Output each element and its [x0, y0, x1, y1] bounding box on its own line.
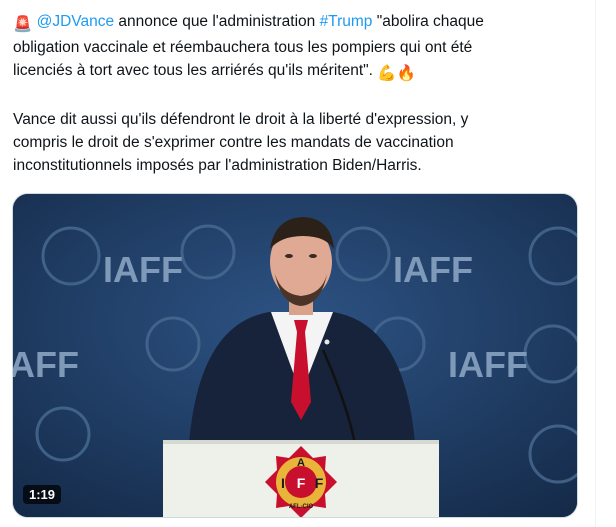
tweet-text: 🚨 @JDVance annonce que l'administration … [13, 10, 598, 177]
hashtag-link[interactable]: #Trump [320, 13, 373, 30]
mention-link[interactable]: @JDVance [37, 13, 114, 30]
flex-fire-icon: 💪🔥 [377, 65, 416, 82]
timeline-border [595, 0, 596, 527]
emblem-letter-f: F [315, 475, 324, 491]
video-player[interactable]: IAFF IAFF IAFF IAFF [12, 193, 578, 518]
video-duration-badge: 1:19 [23, 485, 62, 504]
tweet-text-line: obligation vaccinale et réembauchera tou… [13, 39, 473, 56]
emblem-letter-i: I [281, 475, 285, 491]
tweet-text-line: inconstitutionnels imposés par l'adminis… [13, 157, 422, 174]
emblem-letter-a: A [297, 457, 305, 469]
emblem-afl-cio: AFL-CIO [289, 504, 314, 510]
tweet-text-segment: "abolira chaque [372, 13, 484, 30]
siren-icon: 🚨 [13, 16, 33, 33]
backdrop-logo: IAFF [103, 249, 183, 290]
tweet-text-line: Vance dit aussi qu'ils défendront le dro… [13, 111, 469, 128]
emblem-letter-f: F [297, 475, 306, 491]
tweet-text-line: compris le droit de s'exprimer contre le… [13, 134, 454, 151]
podium: A I F F AFL-CIO [163, 440, 439, 517]
backdrop-logo: IAFF [393, 249, 473, 290]
backdrop-logo: IAFF [13, 344, 79, 385]
tweet-text-segment: licenciés à tort avec tous les arriérés … [13, 62, 373, 79]
video-frame: IAFF IAFF IAFF IAFF [13, 194, 577, 517]
tweet-text-segment: annonce que l'administration [114, 13, 320, 30]
backdrop-logo: IAFF [448, 344, 528, 385]
